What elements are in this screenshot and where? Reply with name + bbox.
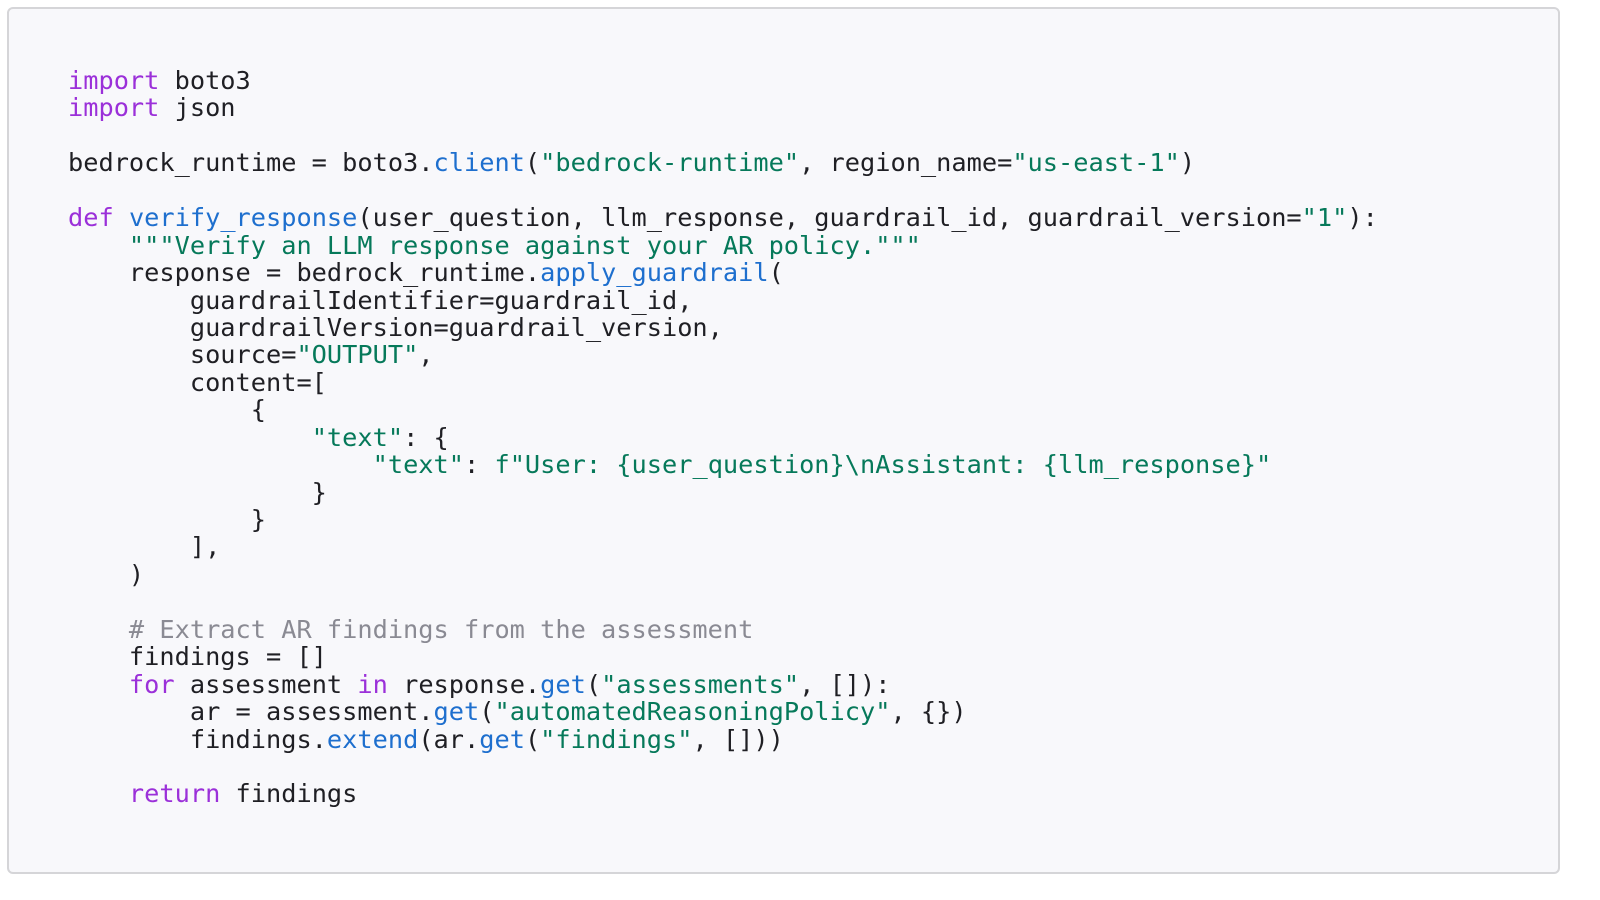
code-line: findings.extend(ar.get("findings", [])) (68, 724, 1378, 754)
code-line: ], (68, 533, 1378, 560)
function-token: verify_response (128, 203, 358, 233)
keyword-token: return (128, 779, 221, 809)
code-token: ): (1347, 203, 1378, 233)
code-token: (ar. (418, 724, 480, 754)
code-token: json (159, 93, 236, 123)
keyword-token: def (68, 203, 114, 233)
code-token: ], (68, 532, 221, 562)
code-token: ) (1179, 148, 1196, 178)
code-line: ar = assessment.get("automatedReasoningP… (68, 698, 1378, 725)
code-token: bedrock_runtime = boto3. (68, 148, 434, 178)
string-token: "automatedReasoningPolicy" (494, 697, 891, 727)
code-line: "text": f"User: {user_question}\nAssista… (68, 451, 1378, 478)
code-line: response = bedrock_runtime.apply_guardra… (68, 259, 1378, 286)
code-line: # Extract AR findings from the assessmen… (68, 616, 1378, 643)
keyword-token: in (357, 669, 388, 699)
code-token: (user_question, llm_response, guardrail_… (357, 203, 1302, 233)
code-line: import boto3 (68, 67, 1378, 94)
code-line: return findings (68, 780, 1378, 807)
function-token: apply_guardrail (540, 258, 769, 288)
code-line: { (68, 396, 1378, 423)
code-token: : { (403, 422, 449, 452)
function-token: client (433, 148, 525, 178)
code-token: guardrailIdentifier=guardrail_id, (68, 285, 693, 315)
code-token: ( (524, 724, 541, 754)
string-token: "assessments" (601, 669, 800, 699)
code-line: guardrailIdentifier=guardrail_id, (68, 285, 1378, 315)
code-token: ) (68, 559, 145, 589)
code-token: { (68, 395, 266, 425)
code-token: source= (68, 340, 297, 370)
code-token: ar = assessment. (68, 697, 434, 727)
code-line: bedrock_runtime = boto3.client("bedrock-… (68, 149, 1378, 176)
code-line: source="OUTPUT", (68, 341, 1378, 368)
code-token: } (68, 505, 266, 534)
code-line: import json (68, 94, 1378, 121)
code-token: assessment (174, 669, 358, 699)
code-token: , {}) (890, 697, 967, 727)
code-token: , [])) (692, 724, 784, 754)
code-line: for assessment in response.get("assessme… (68, 669, 1378, 699)
code-line: "text": { (68, 422, 1378, 452)
code-line: content=[ (68, 369, 1378, 396)
code-line: guardrailVersion=guardrail_version, (68, 314, 1378, 341)
string-token: "OUTPUT" (296, 340, 419, 370)
string-token: "bedrock-runtime" (540, 148, 800, 178)
code-token: response. (387, 669, 541, 699)
code-token: response = bedrock_runtime. (68, 258, 541, 288)
string-token: "us-east-1" (1012, 148, 1180, 178)
code-token: boto3 (159, 66, 251, 95)
string-token: "1" (1301, 203, 1348, 233)
function-token: get (479, 724, 525, 754)
code-line: findings = [] (68, 643, 1378, 670)
code-token: ( (585, 669, 602, 699)
code-line: } (68, 506, 1378, 533)
code-line: def verify_response(user_question, llm_r… (68, 204, 1378, 231)
code-line: } (68, 477, 1378, 507)
code-token: ( (768, 258, 784, 288)
code-token: content=[ (68, 367, 327, 397)
code-token: , []): (799, 669, 891, 699)
code-token: findings (220, 779, 358, 809)
code-token: findings. (68, 724, 327, 754)
function-token: get (540, 669, 586, 699)
code-token: } (68, 477, 327, 507)
code-token: : (464, 450, 495, 480)
string-token: "text" (372, 450, 464, 480)
code-block[interactable]: import boto3 import json bedrock_runtime =… (68, 67, 1378, 808)
keyword-token: import (68, 93, 160, 123)
function-token: extend (326, 724, 419, 754)
code-token: , (418, 340, 434, 370)
keyword-token: for (128, 669, 175, 699)
string-token: f"User: {user_question}\nAssistant: {llm… (494, 450, 1272, 480)
code-token: findings = [] (68, 642, 327, 672)
code-token: ( (479, 697, 495, 727)
code-line: ) (68, 561, 1378, 588)
code-token: guardrailVersion=guardrail_version, (68, 312, 723, 342)
code-line: """Verify an LLM response against your A… (68, 230, 1378, 260)
string-token: """Verify an LLM response against your A… (128, 230, 921, 260)
string-token: "findings" (540, 724, 693, 754)
string-token: "text" (311, 422, 404, 452)
code-token: ( (524, 148, 541, 178)
function-token: get (433, 697, 480, 727)
code-token: , region_name= (799, 148, 1013, 178)
comment-token: # Extract AR findings from the assessmen… (128, 614, 754, 644)
code-panel: import boto3 import json bedrock_runtime =… (7, 7, 1560, 874)
keyword-token: import (68, 66, 160, 95)
